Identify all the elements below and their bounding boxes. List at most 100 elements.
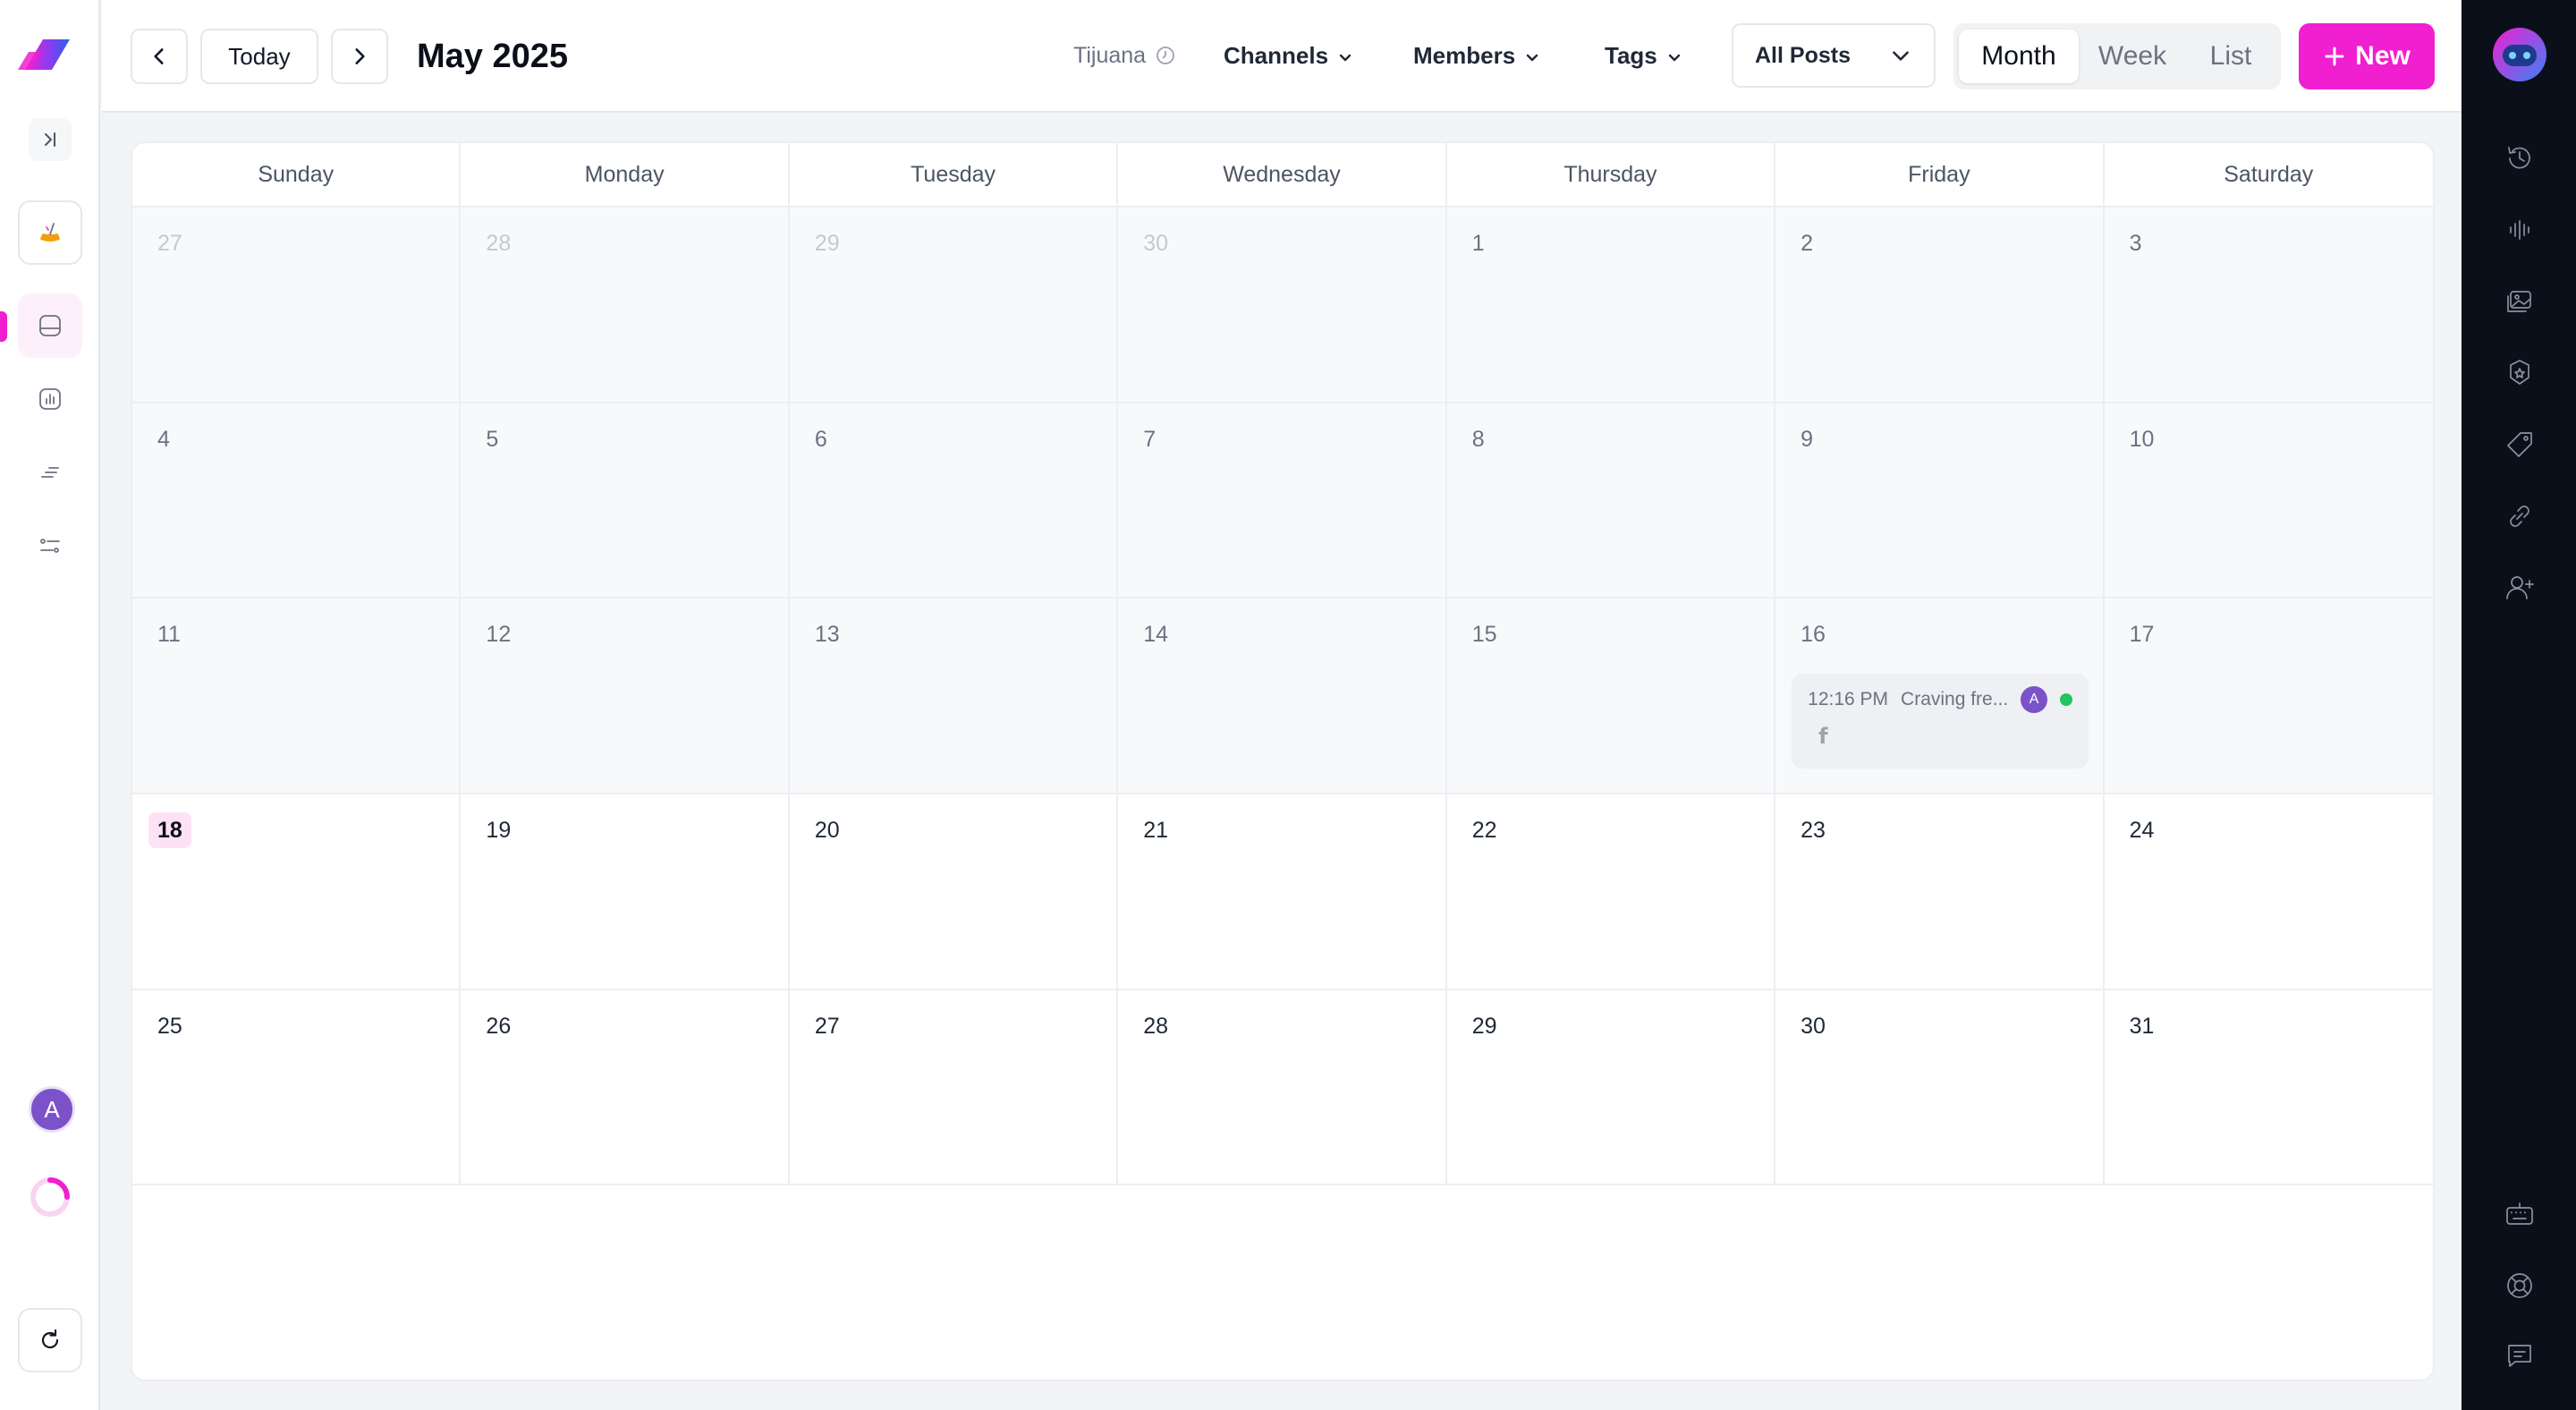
day-number: 22 <box>1471 818 1497 843</box>
nav-settings[interactable] <box>18 514 82 578</box>
day-number: 12 <box>486 622 512 648</box>
nav-analytics[interactable] <box>18 367 82 431</box>
calendar-day-today[interactable]: 18 <box>132 794 462 990</box>
calendar-day[interactable]: 22 <box>1446 794 1776 990</box>
view-switcher: Month Week List <box>1953 23 2281 89</box>
day-number: 29 <box>814 231 840 256</box>
calendar-day[interactable]: 19 <box>461 794 790 990</box>
calendar-day[interactable]: 30 <box>1775 990 2105 1186</box>
calendar-day[interactable]: 27 <box>789 990 1119 1186</box>
day-number: 13 <box>814 622 840 648</box>
timezone-indicator[interactable]: Tijuana <box>1073 39 1176 72</box>
day-number: 4 <box>157 426 170 452</box>
audio-button[interactable] <box>2501 211 2538 249</box>
post-card-header: 12:16 PM Craving fre... A <box>1808 686 2073 714</box>
refresh-icon <box>41 1329 59 1349</box>
scheduled-post-card[interactable]: 12:16 PM Craving fre... A f <box>1792 674 2089 769</box>
calendar-day[interactable]: 28 <box>1118 990 1447 1186</box>
calendar-day[interactable]: 7 <box>1118 403 1447 599</box>
calendar-day[interactable]: 12 <box>461 599 790 794</box>
day-number: 27 <box>814 1013 840 1039</box>
link-icon <box>2510 505 2529 527</box>
calendar-day[interactable]: 31 <box>2104 990 2433 1186</box>
calendar-day[interactable]: 26 <box>461 990 790 1186</box>
day-number: 17 <box>2129 622 2155 648</box>
nav-list[interactable] <box>18 440 82 505</box>
calendar-day[interactable]: 27 <box>132 208 462 403</box>
assistant-bot-icon[interactable] <box>2490 25 2549 84</box>
view-list-tab[interactable]: List <box>2186 30 2275 83</box>
calendar-day[interactable]: 5 <box>461 403 790 599</box>
calendar-day[interactable]: 17 <box>2104 599 2433 794</box>
post-type-select[interactable]: All Posts <box>1732 23 1936 88</box>
today-button[interactable]: Today <box>200 29 318 84</box>
calendar-day[interactable]: 16 12:16 PM Craving fre... A f <box>1775 599 2105 794</box>
support-button[interactable] <box>2501 1267 2538 1304</box>
calendar-day[interactable]: 1 <box>1446 208 1776 403</box>
links-button[interactable] <box>2501 497 2538 535</box>
calendar-day[interactable]: 28 <box>461 208 790 403</box>
calendar-day[interactable]: 24 <box>2104 794 2433 990</box>
previous-month-button[interactable] <box>131 29 188 84</box>
calendar-day[interactable]: 14 <box>1118 599 1447 794</box>
chevron-down-icon <box>1668 54 1680 62</box>
collapse-icon <box>45 132 55 147</box>
media-gallery-button[interactable] <box>2501 283 2538 320</box>
new-post-button[interactable]: New <box>2299 23 2435 89</box>
history-button[interactable] <box>2501 140 2538 177</box>
calendar-day[interactable]: 29 <box>789 208 1119 403</box>
day-number: 31 <box>2129 1013 2155 1039</box>
day-number: 15 <box>1471 622 1497 648</box>
facebook-icon: f <box>1818 724 1828 750</box>
calendar-day[interactable]: 25 <box>132 990 462 1186</box>
tags-filter[interactable]: Tags <box>1605 39 1682 72</box>
keyboard-shortcuts-button[interactable] <box>2501 1195 2538 1233</box>
left-sidebar: A <box>0 0 100 1410</box>
post-title: Craving fre... <box>1901 689 2009 710</box>
calendar-day[interactable]: 2 <box>1775 208 2105 403</box>
members-filter[interactable]: Members <box>1413 39 1540 72</box>
month-title: May 2025 <box>417 38 569 75</box>
view-month-tab[interactable]: Month <box>1959 30 2079 83</box>
day-number: 16 <box>1801 622 1826 648</box>
next-month-button[interactable] <box>331 29 388 84</box>
channels-filter[interactable]: Channels <box>1224 39 1353 72</box>
day-number: 21 <box>1143 818 1169 843</box>
calendar-day[interactable]: 29 <box>1446 990 1776 1186</box>
calendar-day[interactable]: 20 <box>789 794 1119 990</box>
calendar-day[interactable]: 9 <box>1775 403 2105 599</box>
day-number: 27 <box>157 231 182 256</box>
app-logo[interactable] <box>16 34 72 75</box>
day-number: 30 <box>1801 1013 1826 1039</box>
expand-sidebar-button[interactable] <box>29 118 72 161</box>
badge-icon <box>2510 360 2529 385</box>
invite-member-button[interactable] <box>2501 569 2538 607</box>
calendar-day[interactable]: 15 <box>1446 599 1776 794</box>
view-week-tab[interactable]: Week <box>2079 30 2186 83</box>
clock-icon <box>1157 47 1174 64</box>
chat-button[interactable] <box>2501 1337 2538 1374</box>
calendar-day[interactable]: 8 <box>1446 403 1776 599</box>
nav-calendar[interactable] <box>18 293 82 358</box>
calendar-day[interactable]: 30 <box>1118 208 1447 403</box>
timezone-label: Tijuana <box>1073 43 1147 68</box>
brush-tool-button[interactable] <box>18 200 82 265</box>
chevron-down-icon <box>1339 54 1352 62</box>
calendar-day[interactable]: 4 <box>132 403 462 599</box>
audio-wave-icon <box>2510 220 2529 240</box>
calendar-day[interactable]: 6 <box>789 403 1119 599</box>
day-number: 7 <box>1143 426 1157 452</box>
calendar-day[interactable]: 3 <box>2104 208 2433 403</box>
calendar-day[interactable]: 21 <box>1118 794 1447 990</box>
weekday-label: Thursday <box>1447 143 1776 206</box>
refresh-button[interactable] <box>18 1308 82 1372</box>
user-avatar[interactable]: A <box>29 1086 75 1133</box>
badge-button[interactable] <box>2501 354 2538 392</box>
calendar-day[interactable]: 10 <box>2104 403 2433 599</box>
tags-button[interactable] <box>2501 426 2538 463</box>
calendar-day[interactable]: 23 <box>1775 794 2105 990</box>
plus-icon <box>2325 47 2344 66</box>
calendar-day[interactable]: 13 <box>789 599 1119 794</box>
calendar-day[interactable]: 11 <box>132 599 462 794</box>
members-filter-label: Members <box>1413 42 1516 69</box>
